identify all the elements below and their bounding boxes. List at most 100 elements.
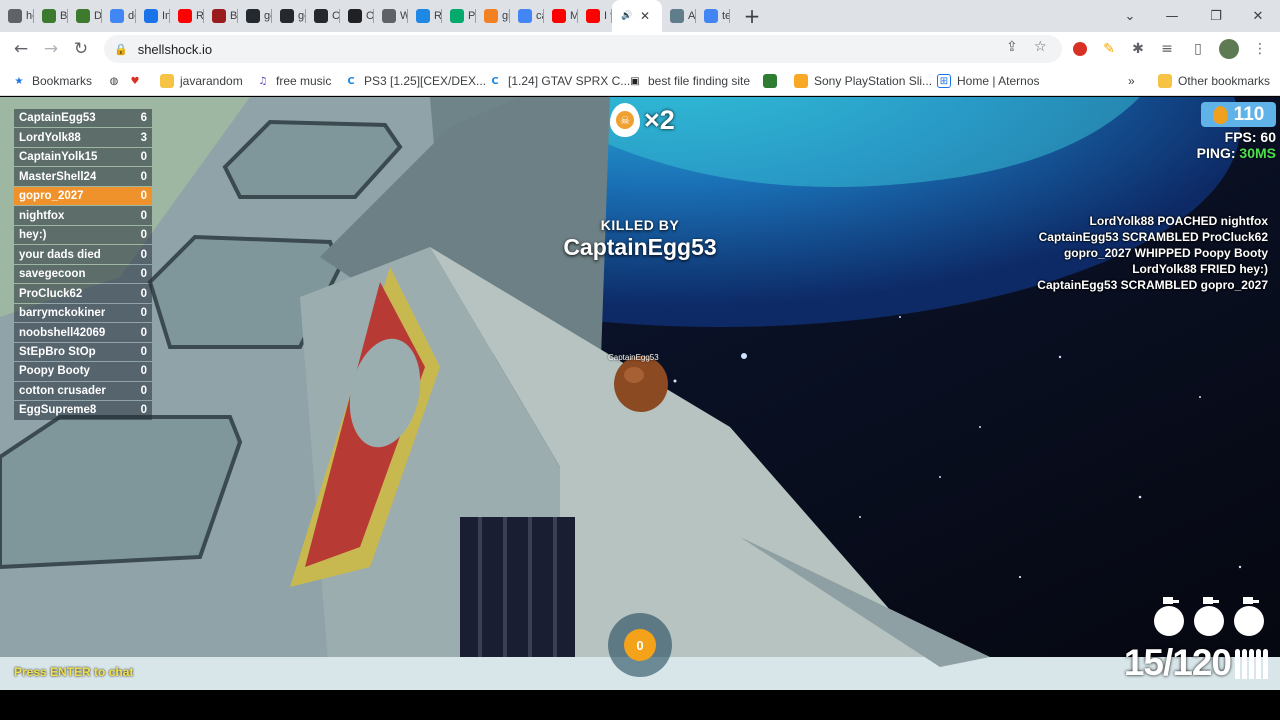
tab-title: Bu	[60, 10, 68, 22]
skull-egg-icon: ☠	[610, 103, 640, 137]
share-icon[interactable]: ⇪	[1006, 39, 1018, 55]
chat-hint: Press ENTER to chat	[14, 665, 134, 679]
grenade-icon	[1234, 597, 1264, 636]
bookmark-ps3[interactable]: C PS3 [1.25][CEX/DEX...	[344, 71, 486, 91]
browser-tab[interactable]: gc	[238, 0, 272, 32]
extensions-puzzle-icon[interactable]: ✱	[1128, 39, 1148, 59]
browser-tab[interactable]: M	[544, 0, 578, 32]
killfeed-entry: CaptainEgg53 SCRAMBLED gopro_2027	[1037, 278, 1268, 292]
killfeed-entry: LordYolk88 POACHED nightfox	[1089, 214, 1268, 228]
player-name: StEpBro StOp	[19, 346, 96, 358]
browser-tab[interactable]: Be	[204, 0, 238, 32]
player-score: 0	[140, 404, 147, 417]
bookmark-star-icon[interactable]: ☆	[1034, 39, 1047, 55]
tab-title: Im	[162, 10, 170, 22]
browser-tab[interactable]: I t	[578, 0, 612, 32]
browser-tab[interactable]: W	[374, 0, 408, 32]
browser-tab[interactable]: gc	[272, 0, 306, 32]
player-score: 0	[140, 307, 147, 320]
robot-icon: ▣	[630, 75, 640, 87]
kill-streak: ☠ ×2	[610, 103, 675, 137]
browser-tab[interactable]: A	[662, 0, 696, 32]
more-bookmarks-chevron[interactable]: »	[1128, 71, 1135, 91]
other-bookmarks[interactable]: Other bookmarks	[1158, 71, 1270, 91]
address-bar[interactable]: 🔒 shellshock.io ⇪ ☆	[104, 35, 1062, 63]
player-name: hey:)	[19, 229, 47, 242]
reload-icon[interactable]: ↻	[66, 34, 96, 64]
media-queue-icon[interactable]: ≡	[1157, 39, 1177, 59]
browser-tab[interactable]: Re	[408, 0, 442, 32]
bookmark-file-finding[interactable]: ▣ best file finding site	[628, 71, 750, 91]
killfeed-entry: CaptainEgg53 SCRAMBLED ProCluck62	[1038, 230, 1268, 244]
browser-tab[interactable]: 🔊 ✕	[612, 0, 662, 32]
tab-title: M	[570, 10, 578, 22]
url-text[interactable]: shellshock.io	[138, 42, 212, 57]
side-panel-icon[interactable]: ▯	[1188, 39, 1208, 59]
github-icon	[280, 9, 294, 23]
c-icon: C	[347, 75, 355, 87]
player-score: 0	[140, 365, 147, 378]
star-icon: ★	[14, 75, 24, 87]
bookmark-sony[interactable]: Sony PlayStation Sli...	[794, 71, 932, 91]
browser-tab[interactable]: Py	[442, 0, 476, 32]
w3-icon	[450, 9, 464, 23]
browser-tab[interactable]: Cl	[306, 0, 340, 32]
ping-counter: PING: 30MS	[1196, 145, 1276, 161]
browser-tab[interactable]: Op	[340, 0, 374, 32]
bookmarks-menu[interactable]: ★ Bookmarks	[12, 71, 93, 91]
bookmark-gtav[interactable]: C [1.24] GTAV SPRX C...	[488, 71, 630, 91]
page-icon	[8, 9, 22, 23]
tab-title: Re	[434, 10, 442, 22]
minimize-icon[interactable]: —	[1150, 0, 1194, 32]
browser-tab[interactable]: Im	[136, 0, 170, 32]
extension-edit-icon[interactable]: ✎	[1099, 39, 1119, 59]
player-name: noobshell42069	[19, 326, 106, 339]
tab-title: gc	[264, 10, 272, 22]
grid-icon: ⊞	[937, 74, 951, 88]
tab-title: Dc	[94, 10, 102, 22]
bookmark-globe[interactable]: ◍	[107, 71, 121, 91]
menu-kebab-icon[interactable]: ⋮	[1250, 39, 1270, 59]
player-score: 0	[140, 326, 147, 339]
back-icon[interactable]: ←	[6, 34, 36, 64]
bookmarks-bar: ★ Bookmarks ◍ ♥ javarandom ♫ free music CP…	[0, 66, 1280, 96]
bookmark-aternos[interactable]: ⊞ Home | Aternos	[937, 71, 1040, 91]
browser-tab[interactable]: te	[696, 0, 730, 32]
lock-icon: 🔒	[114, 43, 128, 56]
tab-title: I t	[604, 10, 612, 22]
browser-tab[interactable]: ca	[510, 0, 544, 32]
browser-tab[interactable]: gi	[476, 0, 510, 32]
globe-icon	[382, 9, 396, 23]
tab-title: gi	[502, 10, 510, 22]
forward-icon[interactable]: →	[36, 34, 66, 64]
tab-search-icon[interactable]: ⌄	[1108, 0, 1152, 32]
player-name: your dads died	[19, 248, 101, 261]
close-window-icon[interactable]: ✕	[1236, 0, 1280, 32]
player-score: 3	[140, 131, 147, 144]
browser-tab[interactable]: Dc	[68, 0, 102, 32]
tab-list: hc Bu Dcde ImRuBe gcgc ClOpW RePy gica M I t🔊✕Ate	[0, 0, 730, 32]
bookmark-free-music[interactable]: ♫ free music	[256, 71, 332, 91]
bookmark-javarandom[interactable]: javarandom	[160, 71, 243, 91]
tab-title: Cl	[332, 10, 340, 22]
new-tab-button[interactable]: +	[738, 2, 766, 30]
react-icon	[416, 9, 430, 23]
browser-tab[interactable]: hc	[0, 0, 34, 32]
restore-icon[interactable]: ❐	[1194, 0, 1238, 32]
player-name: savegecoon	[19, 268, 86, 281]
profile-avatar[interactable]	[1219, 39, 1239, 59]
close-tab-icon[interactable]: ✕	[640, 9, 650, 23]
bookmark-heart[interactable]: ♥	[128, 71, 142, 91]
egg-count: 110	[1233, 103, 1265, 125]
respawn-timer[interactable]: 0	[608, 613, 672, 677]
bookmark-app[interactable]	[763, 71, 777, 91]
game-viewport[interactable]: CaptainEgg53 6 LordYolk88 3 CaptainYolk15 0 Ma…	[0, 97, 1280, 690]
extension-adblock-icon[interactable]	[1070, 39, 1090, 59]
egg-currency-badge[interactable]: 110	[1201, 102, 1276, 127]
scoreboard-row: StEpBro StOp 0	[14, 342, 152, 362]
scoreboard-row: CaptainEgg53 6	[14, 109, 152, 128]
ammo-count: 15/120	[1123, 642, 1232, 683]
browser-tab[interactable]: Bu	[34, 0, 68, 32]
browser-tab[interactable]: de	[102, 0, 136, 32]
browser-tab[interactable]: Ru	[170, 0, 204, 32]
